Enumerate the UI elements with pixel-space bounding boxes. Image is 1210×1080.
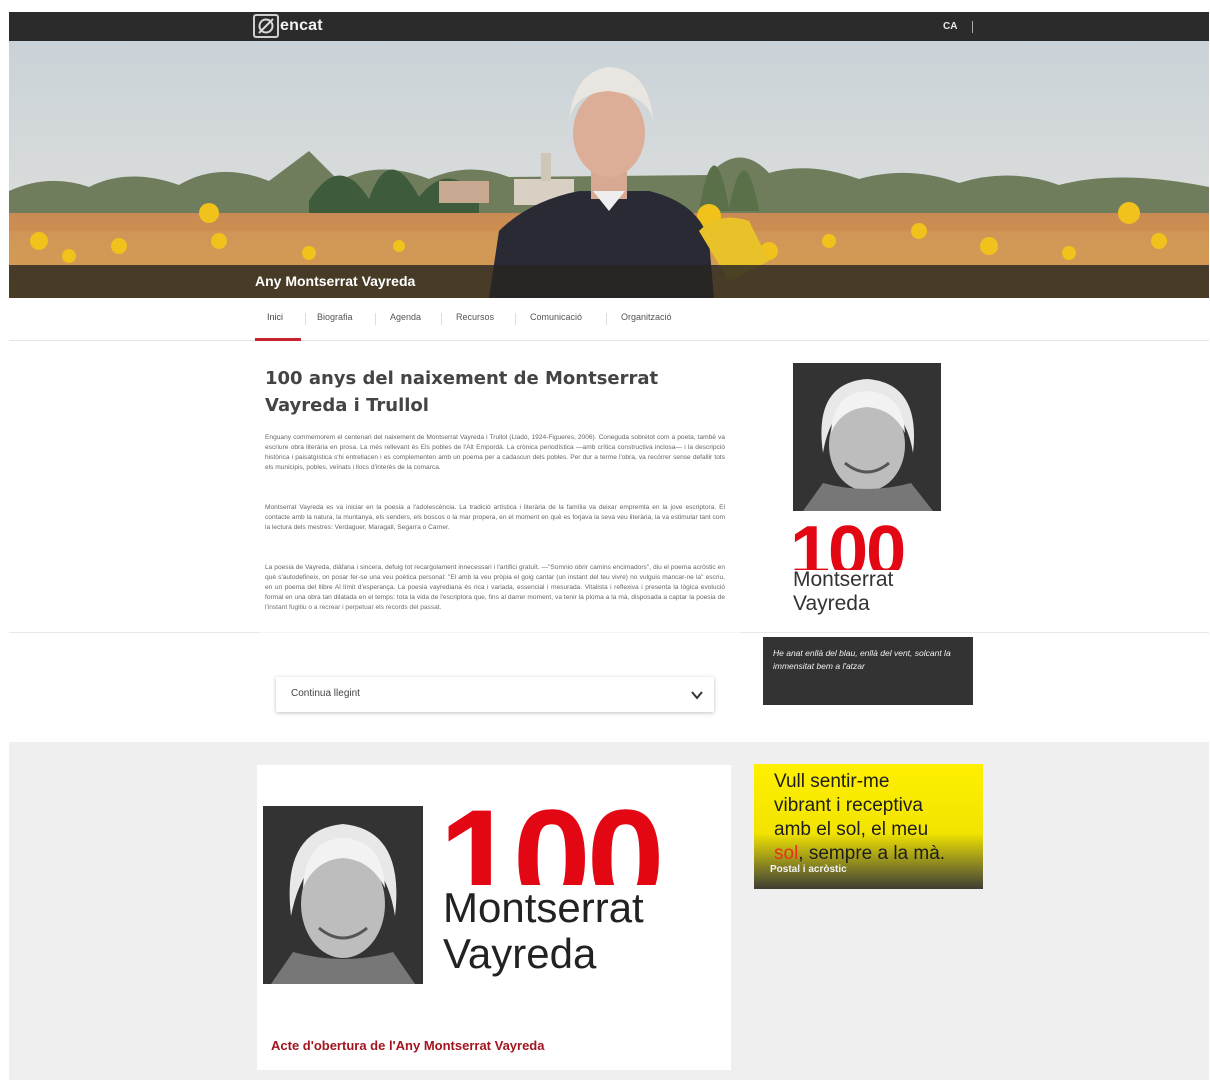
hundred-number: 100 <box>790 520 904 570</box>
hundred-logo: 100 <box>790 520 906 570</box>
promo-line-rest: , sempre a la mà. <box>798 843 946 864</box>
active-tab-indicator <box>255 338 301 341</box>
main-nav: Inici Biografia Agenda Recursos Comunica… <box>9 298 1209 341</box>
chevron-down-icon <box>690 687 704 706</box>
divider <box>375 313 376 325</box>
hundred-number: 100 <box>439 795 661 885</box>
continue-reading-button[interactable]: Continua llegint <box>276 677 714 712</box>
quote-box: He anat enllà del blau, enllà del vent, … <box>763 637 973 705</box>
hero-caption-bar: Any Montserrat Vayreda <box>9 265 1209 298</box>
name-line: Montserrat <box>793 568 894 591</box>
top-bar: encat CA <box>9 12 1209 41</box>
montserrat-vayreda-photo <box>263 806 423 984</box>
name-line: Vayreda <box>443 930 597 977</box>
language-selector[interactable]: CA <box>943 21 957 32</box>
article-title: 100 anys del naixement de Montserrat Vay… <box>265 368 659 416</box>
nav-item-organitzacio[interactable]: Organització <box>621 312 672 322</box>
nav-item-biografia[interactable]: Biografia <box>317 312 353 322</box>
sidebar-name: Montserrat Vayreda <box>793 568 893 616</box>
gencat-logo[interactable]: encat <box>253 14 323 38</box>
montserrat-vayreda-photo <box>793 363 941 511</box>
promo-line: vibrant i receptiva <box>774 795 923 816</box>
name-line: Vayreda <box>793 592 870 615</box>
promo-line: Vull sentir-me <box>774 771 890 792</box>
divider <box>515 313 516 325</box>
continue-reading-label: Continua llegint <box>291 688 360 699</box>
text-fade-overlay <box>260 604 740 652</box>
hero-banner: Any Montserrat Vayreda <box>9 41 1209 298</box>
card-caption-link[interactable]: Acte d'obertura de l'Any Montserrat Vayr… <box>271 1038 544 1053</box>
logo-text: encat <box>280 17 323 34</box>
gencat-logo-icon <box>253 14 279 38</box>
divider <box>972 21 973 33</box>
promo-text: Vull sentir-me vibrant i receptiva amb e… <box>774 770 945 866</box>
hero-title: Any Montserrat Vayreda <box>255 273 416 289</box>
promo-label: Postal i acròstic <box>770 864 847 875</box>
article-paragraph: Enguany commemorem el centenari del naix… <box>265 434 725 471</box>
featured-card[interactable]: 100 Montserrat Vayreda Acte d'obertura d… <box>257 765 731 1070</box>
name-line: Montserrat <box>443 884 644 931</box>
promo-line: amb el sol, el meu <box>774 819 929 840</box>
divider <box>606 313 607 325</box>
nav-item-agenda[interactable]: Agenda <box>390 312 421 322</box>
hero-image <box>9 41 1209 298</box>
nav-item-inici[interactable]: Inici <box>267 312 283 322</box>
postal-acrostic-promo[interactable]: Vull sentir-me vibrant i receptiva amb e… <box>754 764 983 889</box>
hundred-logo: 100 <box>439 795 665 885</box>
divider <box>305 313 306 325</box>
article-paragraph: Montserrat Vayreda es va iniciar en la p… <box>265 504 725 531</box>
promo-line: sol, sempre a la mà. <box>774 842 945 866</box>
nav-item-recursos[interactable]: Recursos <box>456 312 494 322</box>
quote-text: He anat enllà del blau, enllà del vent, … <box>773 648 951 671</box>
promo-highlight: sol <box>774 843 799 864</box>
divider <box>441 313 442 325</box>
nav-item-comunicacio[interactable]: Comunicació <box>530 312 582 322</box>
card-name: Montserrat Vayreda <box>443 885 644 977</box>
